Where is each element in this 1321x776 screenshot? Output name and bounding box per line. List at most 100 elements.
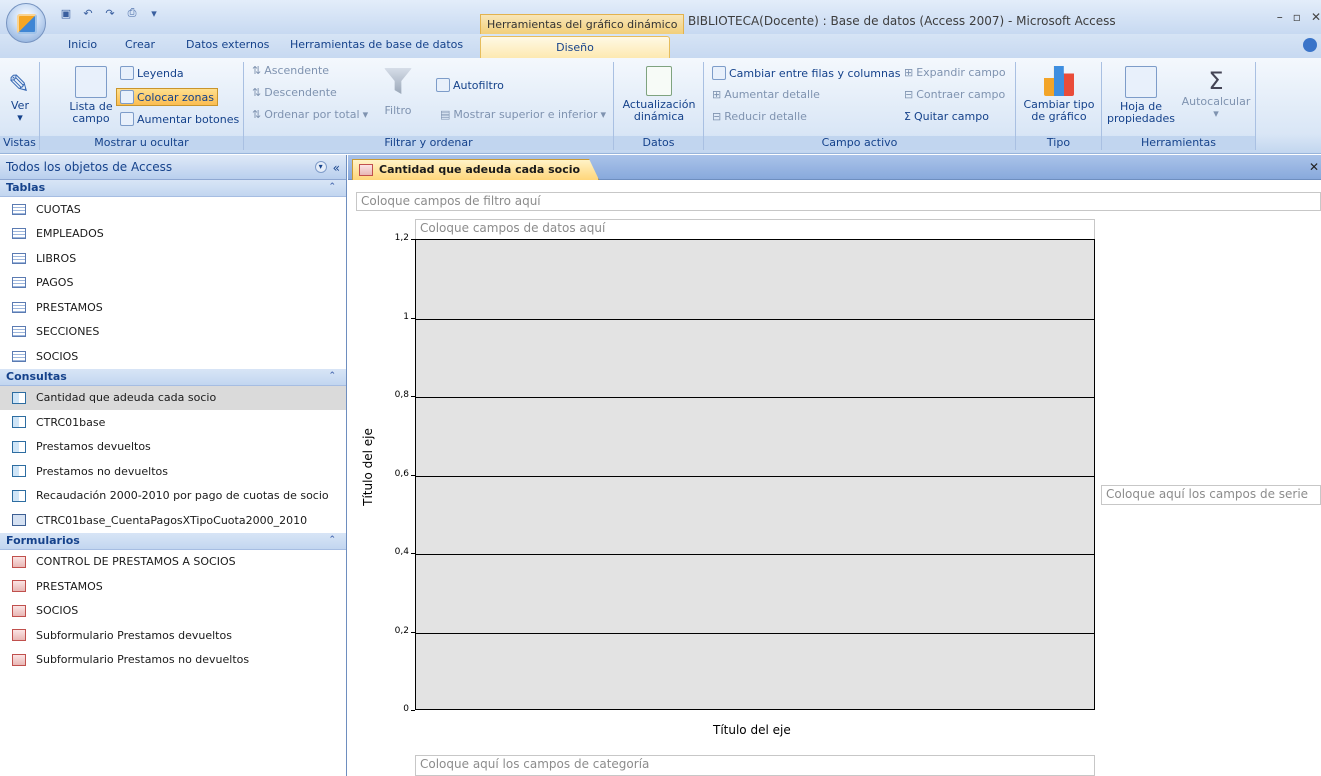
nav-item-label: CONTROL DE PRESTAMOS A SOCIOS: [36, 555, 236, 569]
minimize-icon[interactable]: –: [1277, 10, 1283, 24]
nav-item[interactable]: Subformulario Prestamos no devueltos: [0, 648, 346, 673]
swap-rows-columns-icon: [712, 66, 726, 80]
ribbon-tabs: Inicio Crear Datos externos Herramientas…: [0, 34, 1321, 58]
nav-item-label: CTRC01base_CuentaPagosXTipoCuota2000_201…: [36, 513, 308, 527]
redo-icon[interactable]: ↷: [102, 6, 118, 20]
sigma-icon: Σ: [1208, 67, 1224, 95]
nav-item[interactable]: CTRC01base: [0, 410, 346, 435]
query-icon: [12, 465, 26, 478]
table-icon: [12, 301, 26, 313]
ordenar-total-button[interactable]: ⇅ Ordenar por total ▾: [252, 108, 368, 121]
nav-pane-header[interactable]: Todos los objetos de Access ▾ «: [0, 155, 346, 180]
table-icon: [12, 326, 26, 338]
y-tick-label: 1,2: [394, 233, 409, 243]
nav-item[interactable]: PAGOS: [0, 271, 346, 296]
nav-section-header[interactable]: Consultas ⌃: [0, 368, 346, 386]
autofilter-icon: [436, 78, 450, 92]
save-icon[interactable]: ▣: [58, 6, 74, 20]
nav-item-label: SECCIONES: [36, 325, 100, 339]
restore-icon[interactable]: ▫: [1293, 10, 1301, 24]
nav-item[interactable]: SECCIONES: [0, 320, 346, 345]
nav-item[interactable]: SOCIOS: [0, 599, 346, 624]
collapse-section-icon[interactable]: ⌃: [328, 371, 336, 381]
lista-campo-button[interactable]: Lista de campo: [68, 66, 114, 125]
mostrar-sup-inf-button[interactable]: ▤ Mostrar superior e inferior ▾: [440, 108, 606, 121]
nav-item[interactable]: PRESTAMOS: [0, 574, 346, 599]
group-vistas: ✎ Ver ▾ Vistas: [0, 62, 40, 150]
tab-datos-externos[interactable]: Datos externos: [186, 38, 269, 51]
y-axis-title[interactable]: Título del eje: [361, 427, 375, 507]
nav-item[interactable]: Subformulario Prestamos devueltos: [0, 623, 346, 648]
autocalcular-button[interactable]: Σ Autocalcular ▾: [1180, 66, 1252, 120]
filtro-button[interactable]: Filtro: [380, 68, 416, 117]
hoja-propiedades-button[interactable]: Hoja de propiedades: [1106, 66, 1176, 125]
nav-item[interactable]: Cantidad que adeuda cada socio: [0, 385, 346, 410]
nav-item[interactable]: SOCIOS: [0, 344, 346, 369]
series-drop-zone[interactable]: Coloque aquí los campos de serie: [1101, 485, 1321, 505]
plot-area[interactable]: [415, 239, 1095, 710]
nav-item[interactable]: LIBROS: [0, 246, 346, 271]
nav-item[interactable]: CONTROL DE PRESTAMOS A SOCIOS: [0, 550, 346, 575]
query-icon: [12, 391, 26, 404]
tab-inicio[interactable]: Inicio: [68, 38, 97, 51]
data-drop-zone[interactable]: Coloque campos de datos aquí: [415, 219, 1095, 239]
office-button[interactable]: [6, 3, 46, 43]
document-tab[interactable]: Cantidad que adeuda cada socio: [352, 159, 599, 180]
reducir-detalle-button[interactable]: ⊟ Reducir detalle: [712, 110, 807, 123]
ver-button[interactable]: ✎ Ver ▾: [4, 70, 36, 124]
table-icon: [12, 252, 26, 264]
descendente-button[interactable]: ⇅ Descendente: [252, 86, 337, 99]
dropdown-icon: ▾: [600, 108, 607, 121]
nav-section-title: Tablas: [6, 181, 46, 194]
close-document-icon[interactable]: ✕: [1309, 160, 1319, 174]
quitar-campo-button[interactable]: Σ Quitar campo: [904, 110, 989, 123]
y-tick-mark: [411, 710, 415, 711]
aumentar-detalle-button[interactable]: ⊞ Aumentar detalle: [712, 88, 820, 101]
collapse-section-icon[interactable]: ⌃: [328, 182, 336, 192]
nav-item[interactable]: EMPLEADOS: [0, 222, 346, 247]
nav-item[interactable]: PRESTAMOS: [0, 295, 346, 320]
nav-item-label: SOCIOS: [36, 349, 79, 363]
ordenar-total-label: Ordenar por total: [264, 108, 360, 121]
tab-herramientas-bd[interactable]: Herramientas de base de datos: [290, 38, 463, 51]
nav-item[interactable]: Recaudación 2000-2010 por pago de cuotas…: [0, 484, 346, 509]
nav-section-header[interactable]: Formularios ⌃: [0, 532, 346, 550]
shutter-bar-icon[interactable]: «: [333, 161, 340, 175]
dropdown-icon: ▾: [362, 108, 369, 121]
aumentar-botones-button[interactable]: Aumentar botones: [120, 112, 239, 126]
nav-item[interactable]: CTRC01base_CuentaPagosXTipoCuota2000_201…: [0, 508, 346, 533]
help-icon[interactable]: [1303, 38, 1317, 52]
nav-item-label: Subformulario Prestamos no devueltos: [36, 653, 250, 667]
tab-diseno[interactable]: Diseño: [480, 36, 670, 58]
print-preview-icon[interactable]: ⎙: [124, 6, 140, 20]
nav-item-label: Recaudación 2000-2010 por pago de cuotas…: [36, 489, 329, 503]
document-area: Cantidad que adeuda cada socio ✕ Coloque…: [348, 155, 1321, 776]
expandir-button[interactable]: ⊞ Expandir campo: [904, 66, 1006, 79]
ascendente-button[interactable]: ⇅ Ascendente: [252, 64, 329, 77]
actualizacion-dinamica-button[interactable]: Actualización dinámica: [622, 66, 696, 123]
field-list-icon: [75, 66, 107, 98]
nav-item[interactable]: Prestamos no devueltos: [0, 459, 346, 484]
contraer-button[interactable]: ⊟ Contraer campo: [904, 88, 1005, 101]
undo-icon[interactable]: ↶: [80, 6, 96, 20]
cambiar-tipo-button[interactable]: Cambiar tipo de gráfico: [1020, 66, 1098, 123]
gridline: [416, 397, 1094, 398]
autofiltro-button[interactable]: Autofiltro: [436, 78, 504, 92]
nav-menu-icon[interactable]: ▾: [314, 161, 327, 173]
tab-crear[interactable]: Crear: [125, 38, 155, 51]
colocar-zonas-button[interactable]: Colocar zonas: [116, 88, 218, 106]
nav-item[interactable]: CUOTAS: [0, 197, 346, 222]
cambiar-filas-button[interactable]: Cambiar entre filas y columnas: [712, 66, 900, 80]
collapse-section-icon[interactable]: ⌃: [328, 535, 336, 545]
customize-qat-icon[interactable]: ▾: [146, 6, 162, 20]
nav-item[interactable]: Prestamos devueltos: [0, 435, 346, 460]
close-icon[interactable]: ✕: [1311, 10, 1321, 24]
query-icon: [12, 489, 26, 502]
leyenda-button[interactable]: Leyenda: [120, 66, 184, 80]
nav-section-header[interactable]: Tablas ⌃: [0, 180, 346, 197]
filter-drop-zone[interactable]: Coloque campos de filtro aquí: [356, 192, 1321, 211]
category-drop-zone[interactable]: Coloque aquí los campos de categoría: [415, 755, 1095, 776]
x-axis-title[interactable]: Título del eje: [713, 723, 791, 737]
nav-item-label: Prestamos no devueltos: [36, 464, 168, 478]
document-tab-label: Cantidad que adeuda cada socio: [379, 163, 581, 176]
